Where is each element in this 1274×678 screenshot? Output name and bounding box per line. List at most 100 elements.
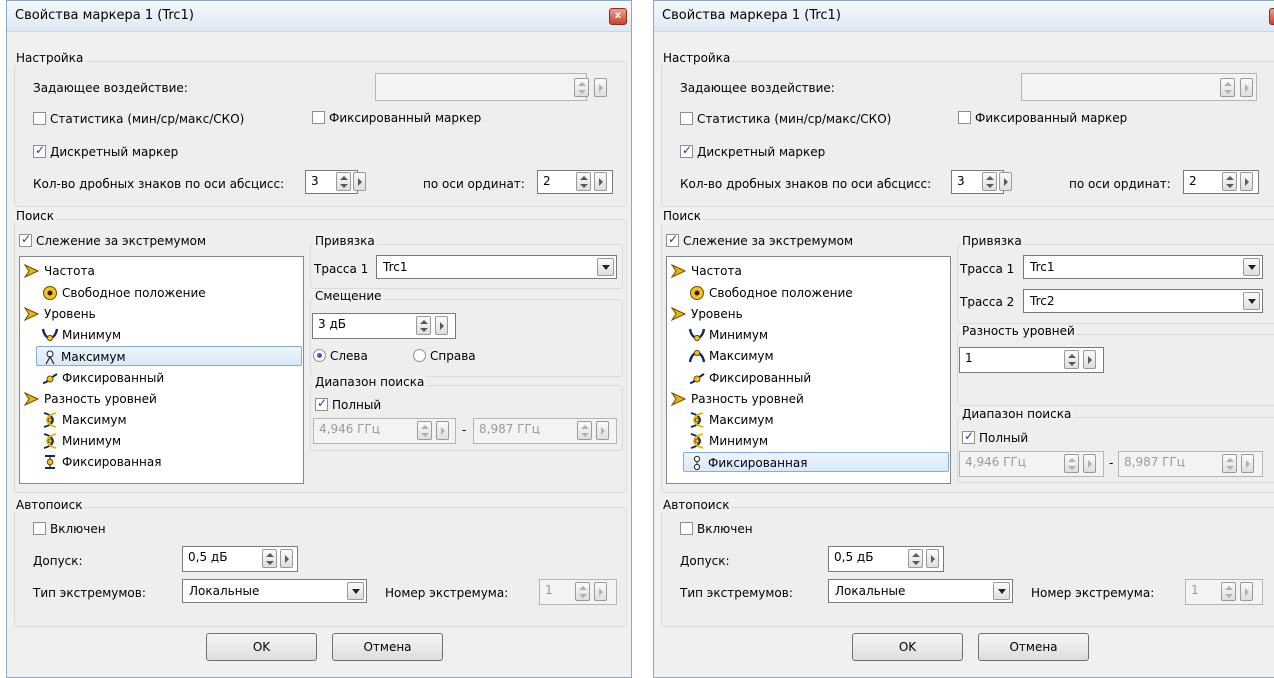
trace2-dropdown[interactable]: Trc2 (1023, 289, 1263, 313)
ok-button[interactable]: OK (852, 633, 963, 661)
discrete-marker-checkbox[interactable] (33, 143, 46, 158)
extremum-type-label: Тип экстремумов: (33, 586, 146, 600)
tolerance-spinner[interactable] (908, 549, 923, 568)
extremum-number-label: Номер экстремума: (1031, 586, 1155, 600)
close-button[interactable]: x (1269, 8, 1274, 25)
extremum-type-dropdown[interactable]: Локальные (828, 579, 1013, 603)
decimals-y-expand-button[interactable] (594, 172, 607, 191)
minimum-icon (689, 327, 705, 343)
range-stop-spinner[interactable] (577, 421, 592, 440)
tree-item-minimum[interactable]: Минимум (22, 325, 302, 345)
tree-item-level-difference[interactable]: Разность уровней (669, 389, 949, 409)
tree-item-frequency[interactable]: Частота (669, 261, 949, 281)
offset-spinner[interactable] (416, 316, 431, 335)
tree-item-frequency[interactable]: Частота (22, 261, 302, 281)
cancel-button[interactable]: Отмена (332, 633, 443, 661)
fixed-icon (42, 370, 58, 386)
tree-item-fixed[interactable]: Фиксированный (669, 368, 949, 388)
dialog-title: Свойства маркера 1 (Trc1) (662, 8, 841, 23)
discrete-marker-checkbox[interactable] (680, 143, 693, 158)
range-start-expand-button[interactable] (436, 421, 449, 440)
tree-item-diff-fixed[interactable]: Фиксированная (683, 452, 949, 472)
search-group-title: Поиск (661, 209, 704, 223)
full-range-checkbox[interactable] (315, 396, 328, 411)
stimulus-spinner[interactable] (1220, 78, 1235, 97)
chevron-down-icon[interactable] (347, 582, 364, 600)
tree-item-level-difference[interactable]: Разность уровней (22, 389, 302, 409)
minimum-icon (42, 327, 58, 343)
stimulus-expand-button[interactable] (594, 78, 607, 97)
level-difference-expand-button[interactable] (1083, 350, 1096, 369)
ok-button[interactable]: OK (206, 633, 317, 661)
statistics-checkbox[interactable] (33, 112, 46, 125)
extremum-type-dropdown[interactable]: Локальные (182, 579, 367, 603)
stimulus-expand-button[interactable] (1240, 78, 1253, 97)
range-start-field[interactable]: 4,946 ГГц (313, 418, 456, 444)
fixed-marker-checkbox[interactable] (312, 111, 325, 124)
tree-item-diff-maximum[interactable]: Максимум (669, 410, 949, 430)
decimals-y-spinner[interactable] (1222, 172, 1237, 191)
extremum-tracking-checkbox[interactable] (19, 232, 32, 247)
offset-right-radio[interactable] (413, 349, 426, 362)
stimulus-spinner[interactable] (574, 78, 589, 97)
offset-expand-button[interactable] (435, 316, 448, 335)
tree-item-level[interactable]: Уровень (22, 304, 302, 324)
range-stop-spinner[interactable] (1222, 454, 1237, 473)
tree-item-minimum[interactable]: Минимум (669, 325, 949, 345)
tolerance-spinner[interactable] (262, 549, 277, 568)
extremum-number-spinner[interactable] (1221, 582, 1236, 601)
close-button[interactable]: x (609, 8, 627, 25)
tree-item-diff-minimum[interactable]: Минимум (669, 431, 949, 451)
trace1-dropdown[interactable]: Trc1 (376, 255, 617, 279)
tree-item-level[interactable]: Уровень (669, 304, 949, 324)
search-type-tree[interactable]: Частота Свободное положение Уровень Мини… (666, 256, 951, 484)
extremum-type-label: Тип экстремумов: (680, 586, 793, 600)
fixed-marker-checkbox[interactable] (958, 111, 971, 124)
offset-left-radio[interactable] (313, 349, 326, 362)
tree-item-maximum[interactable]: Максимум (669, 346, 949, 366)
extremum-number-expand-button[interactable] (1240, 582, 1253, 601)
range-start-spinner[interactable] (417, 421, 432, 440)
chevron-down-icon[interactable] (1243, 258, 1260, 276)
autosearch-enabled-checkbox[interactable] (680, 522, 693, 535)
tree-item-diff-fixed[interactable]: Фиксированная (22, 452, 302, 472)
search-type-tree[interactable]: Частота Свободное положение Уровень Мини… (19, 256, 304, 484)
decimals-x-label: Кол-во дробных знаков по оси абсцисс: (680, 177, 932, 191)
trace1-dropdown[interactable]: Trc1 (1023, 255, 1263, 279)
extremum-tracking-checkbox[interactable] (666, 232, 679, 247)
tree-item-diff-minimum[interactable]: Минимум (22, 431, 302, 451)
full-range-checkbox[interactable] (962, 429, 975, 444)
extremum-number-expand-button[interactable] (594, 582, 607, 601)
range-stop-expand-button[interactable] (596, 421, 609, 440)
extremum-number-spinner[interactable] (575, 582, 590, 601)
level-difference-spinner[interactable] (1064, 350, 1079, 369)
chevron-down-icon[interactable] (597, 258, 614, 276)
range-stop-expand-button[interactable] (1241, 454, 1254, 473)
chevron-down-icon[interactable] (993, 582, 1010, 600)
tolerance-expand-button[interactable] (926, 549, 939, 568)
decimals-y-expand-button[interactable] (1240, 172, 1253, 191)
tree-item-maximum[interactable]: Максимум (36, 346, 302, 366)
decimals-x-expand-button[interactable] (353, 172, 366, 191)
chevron-down-icon[interactable] (1243, 292, 1260, 310)
range-start-spinner[interactable] (1064, 454, 1079, 473)
statistics-checkbox[interactable] (680, 112, 693, 125)
decimals-x-expand-button[interactable] (999, 172, 1012, 191)
tree-item-fixed[interactable]: Фиксированный (22, 368, 302, 388)
cancel-button[interactable]: Отмена (978, 633, 1089, 661)
decimals-y-spinner[interactable] (576, 172, 591, 191)
diff-minimum-icon (42, 433, 58, 449)
tree-item-free-position[interactable]: Свободное положение (22, 283, 302, 303)
decimals-x-spinner[interactable] (336, 172, 351, 191)
range-start-expand-button[interactable] (1083, 454, 1096, 473)
tolerance-expand-button[interactable] (280, 549, 293, 568)
autosearch-enabled-checkbox[interactable] (33, 522, 46, 535)
tree-item-free-position[interactable]: Свободное положение (669, 283, 949, 303)
trace1-label: Трасса 1 (314, 262, 369, 276)
fixed-marker-label: Фиксированный маркер (975, 111, 1128, 125)
setup-group-title: Настройка (661, 51, 733, 65)
offset-group-title: Смещение (313, 289, 384, 303)
stimulus-field[interactable] (375, 73, 587, 101)
decimals-x-spinner[interactable] (982, 172, 997, 191)
tree-item-diff-maximum[interactable]: Максимум (22, 410, 302, 430)
